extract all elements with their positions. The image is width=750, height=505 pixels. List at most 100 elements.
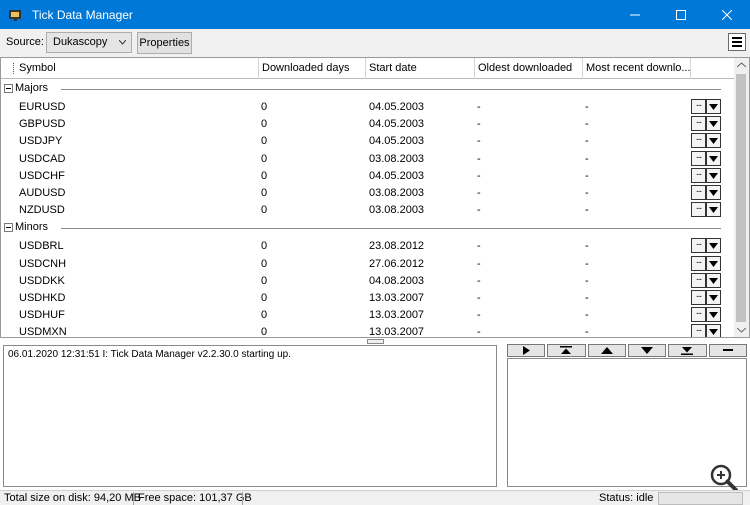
table-row[interactable]: USDCAD 0 03.08.2003 - -... (1, 150, 734, 168)
row-dropdown-button[interactable] (706, 324, 721, 337)
row-dropdown-button[interactable] (706, 133, 721, 149)
col-start-date-header[interactable]: Start date (366, 58, 475, 79)
row-more-button[interactable]: ... (691, 150, 706, 166)
scroll-down-icon[interactable] (737, 327, 746, 333)
table-row[interactable]: USDMXN 0 13.03.2007 - -... (1, 324, 734, 338)
minus-icon (722, 349, 733, 351)
up-button[interactable] (587, 344, 626, 357)
cell-downloaded-days: 0 (261, 240, 268, 253)
table-row[interactable]: USDCHF 0 04.05.2003 - -... (1, 167, 734, 185)
scrollbar-thumb[interactable] (736, 74, 746, 322)
menu-button[interactable] (728, 33, 746, 51)
table-row[interactable]: NZDUSD 0 03.08.2003 - -... (1, 202, 734, 219)
hamburger-line (732, 41, 742, 43)
cell-most-recent: - (585, 118, 589, 131)
collapse-toggle-icon[interactable] (4, 223, 13, 233)
vertical-scrollbar[interactable] (734, 58, 749, 337)
row-dropdown-button[interactable] (706, 290, 721, 305)
table-row[interactable]: USDCNH 0 27.06.2012 - -... (1, 255, 734, 273)
play-icon (522, 346, 530, 355)
table-row[interactable]: USDHKD 0 13.03.2007 - -... (1, 290, 734, 307)
table-row[interactable]: USDBRL 0 23.08.2012 - -... (1, 238, 734, 255)
hamburger-menu-icon (732, 37, 742, 39)
row-more-button[interactable]: ... (691, 202, 706, 218)
first-button[interactable] (547, 344, 586, 357)
cell-downloaded-days: 0 (261, 257, 268, 270)
cell-downloaded-days: 0 (261, 169, 268, 182)
dropdown-arrow-icon (709, 277, 718, 284)
cell-most-recent: - (585, 135, 589, 148)
row-dropdown-button[interactable] (706, 255, 721, 271)
row-dropdown-button[interactable] (706, 116, 721, 132)
status-divider (242, 492, 243, 505)
cell-oldest-downloaded: - (477, 169, 481, 182)
cell-most-recent: - (585, 240, 589, 253)
scroll-up-icon[interactable] (737, 62, 746, 68)
cell-start-date: 13.03.2007 (369, 326, 425, 338)
dropdown-arrow-icon (709, 104, 718, 110)
row-dropdown-button[interactable] (706, 307, 721, 323)
group-label: Minors (15, 221, 53, 234)
cell-most-recent: - (585, 204, 589, 217)
source-select[interactable]: Dukascopy (46, 32, 132, 53)
cell-start-date: 03.08.2003 (369, 152, 425, 165)
cell-downloaded-days: 0 (261, 309, 268, 322)
row-dropdown-button[interactable] (706, 167, 721, 183)
last-button[interactable] (668, 344, 707, 357)
col-most-recent-header[interactable]: Most recent downlo... (583, 58, 691, 79)
minus-button[interactable] (708, 344, 747, 357)
row-more-button[interactable]: ... (691, 167, 706, 183)
cell-oldest-downloaded: - (477, 204, 481, 217)
column-grip-icon[interactable] (13, 63, 15, 74)
minimize-icon (630, 14, 640, 15)
cell-downloaded-days: 0 (261, 204, 268, 217)
group-header[interactable]: Minors (1, 220, 734, 236)
properties-button[interactable]: Properties (137, 32, 192, 54)
row-dropdown-button[interactable] (706, 99, 721, 114)
col-symbol-header[interactable]: Symbol (16, 58, 259, 79)
log-pane: 06.01.2020 12:31:51 I: Tick Data Manager… (3, 345, 497, 487)
cell-symbol: USDHUF (19, 309, 65, 322)
table-row[interactable]: USDJPY 0 04.05.2003 - -... (1, 133, 734, 150)
col-downloaded-days-header[interactable]: Downloaded days (259, 58, 366, 79)
down-icon (641, 347, 654, 354)
group-header[interactable]: Majors (1, 81, 734, 97)
maximize-icon (676, 9, 686, 20)
cell-most-recent: - (585, 169, 589, 182)
cell-symbol: USDJPY (19, 135, 63, 148)
row-dropdown-button[interactable] (706, 150, 721, 166)
row-more-button[interactable]: ... (691, 324, 706, 337)
play-button[interactable] (507, 344, 546, 357)
pane-splitter[interactable] (367, 339, 384, 344)
dropdown-arrow-icon (709, 121, 718, 128)
row-more-button[interactable]: ... (691, 255, 706, 271)
zoom-in-icon[interactable] (709, 463, 739, 493)
table-row[interactable]: USDDKK 0 04.08.2003 - -... (1, 272, 734, 290)
row-more-button[interactable]: ... (691, 185, 706, 200)
row-more-button[interactable]: ... (691, 272, 706, 288)
table-row[interactable]: GBPUSD 0 04.05.2003 - -... (1, 116, 734, 133)
row-dropdown-button[interactable] (706, 238, 721, 254)
collapse-toggle-icon[interactable] (4, 84, 13, 93)
row-more-button[interactable]: ... (691, 307, 706, 323)
minimize-button[interactable] (612, 0, 658, 29)
table-row[interactable]: USDHUF 0 13.03.2007 - -... (1, 307, 734, 324)
row-more-button[interactable]: ... (691, 238, 706, 254)
down-button[interactable] (627, 344, 667, 357)
row-more-button[interactable]: ... (691, 116, 706, 132)
hamburger-line (732, 45, 742, 47)
table-row[interactable]: EURUSD 0 04.05.2003 - -... (1, 99, 734, 116)
row-more-button[interactable]: ... (691, 133, 706, 149)
close-button[interactable] (704, 0, 750, 29)
log-nav-bar (507, 344, 747, 357)
row-dropdown-button[interactable] (706, 185, 721, 200)
maximize-button[interactable] (658, 0, 704, 29)
col-oldest-downloaded-header[interactable]: Oldest downloaded (475, 58, 583, 79)
row-more-button[interactable]: ... (691, 99, 706, 114)
cell-oldest-downloaded: - (477, 135, 481, 148)
row-dropdown-button[interactable] (706, 272, 721, 288)
cell-oldest-downloaded: - (477, 274, 481, 287)
table-row[interactable]: AUDUSD 0 03.08.2003 - -... (1, 185, 734, 202)
row-more-button[interactable]: ... (691, 290, 706, 305)
row-dropdown-button[interactable] (706, 202, 721, 218)
